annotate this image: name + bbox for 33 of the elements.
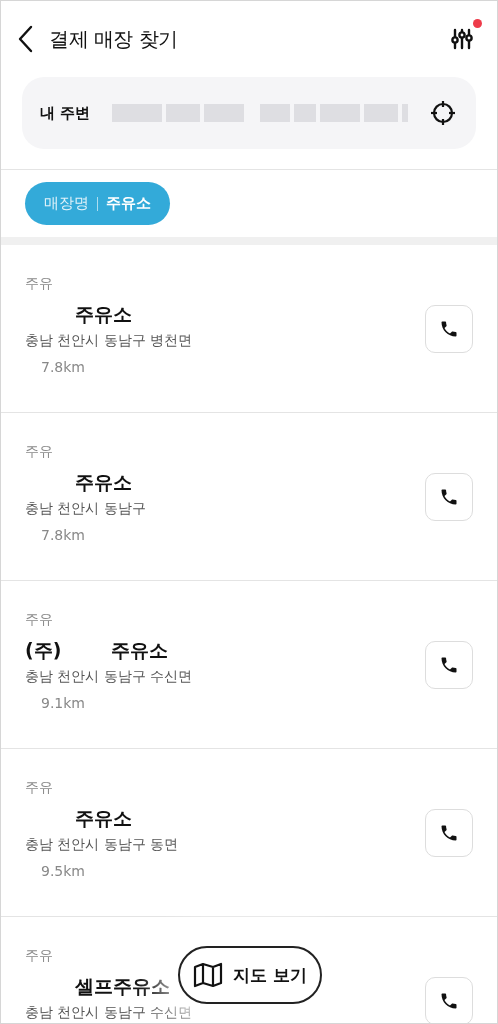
map-icon [193, 962, 224, 988]
phone-icon[interactable] [425, 304, 473, 353]
store-address: 충남 천안시 동남구 병천면 [25, 331, 193, 349]
store-category: 주유 [25, 778, 53, 797]
store-distance: 7.8km [41, 359, 85, 375]
store-address: 충남 천안시 동남구 수신면 [25, 667, 193, 685]
filter-settings-icon[interactable] [451, 27, 473, 51]
store-name[interactable]: 셀프주유소 [75, 974, 170, 1000]
store-category: 주유 [25, 442, 53, 461]
store-name-prefix: (주) [25, 638, 62, 663]
location-field[interactable]: 내 주변 [22, 77, 476, 149]
store-address: 충남 천안시 동남구 수신면 [25, 1003, 193, 1021]
store-name[interactable]: 주유소 [111, 638, 169, 664]
phone-icon[interactable] [425, 808, 473, 857]
phone-icon[interactable] [425, 976, 473, 1023]
store-name[interactable]: 주유소 [75, 470, 132, 496]
store-address: 충남 천안시 동남구 [25, 499, 146, 517]
store-category: 주유 [25, 274, 53, 293]
phone-icon[interactable] [425, 472, 473, 521]
back-icon[interactable] [17, 25, 33, 53]
store-category: 주유 [25, 610, 53, 629]
page-title: 결제 매장 찾기 [49, 25, 179, 53]
crosshair-icon[interactable] [430, 100, 456, 126]
store-distance: 7.8km [41, 527, 85, 543]
location-label: 내 주변 [40, 103, 91, 123]
store-distance: 9.1km [41, 695, 85, 711]
map-view-button[interactable]: 지도 보기 [178, 946, 322, 1004]
store-name[interactable]: 주유소 [75, 806, 132, 832]
store-address: 충남 천안시 동남구 동면 [25, 835, 179, 853]
phone-icon[interactable] [425, 640, 473, 689]
store-name[interactable]: 주유소 [75, 302, 132, 328]
store-category: 주유 [25, 946, 53, 965]
store-distance: 9.5km [41, 863, 85, 879]
